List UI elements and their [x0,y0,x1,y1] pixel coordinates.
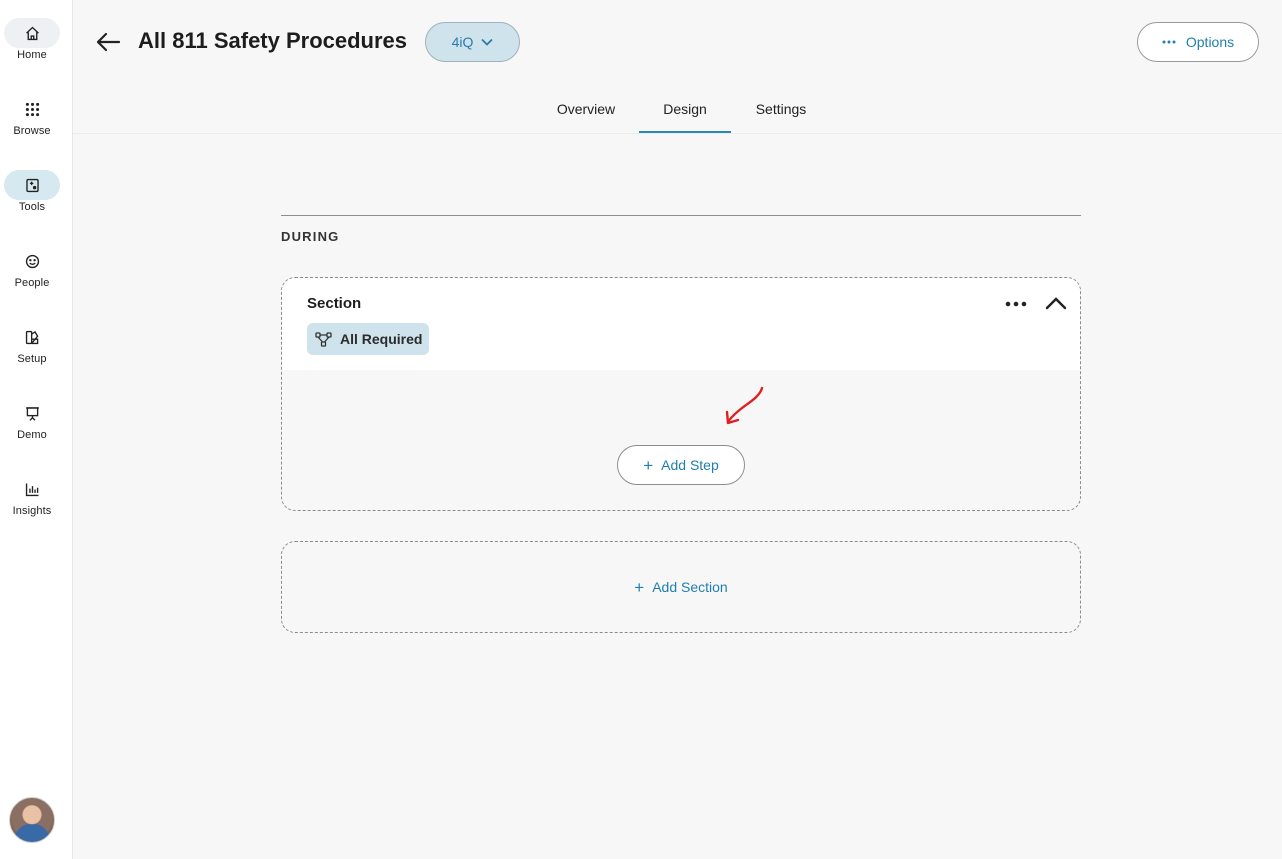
nav-item-setup[interactable]: Setup [0,322,64,365]
nav-item-people[interactable]: People [0,246,64,289]
nav-label-tools: Tools [18,201,46,213]
nav-item-insights[interactable]: Insights [0,474,64,517]
tab-bar: Overview Design Settings [73,90,1282,134]
chevron-down-icon [481,38,494,46]
plus-icon: + [634,577,645,597]
nav-item-tools[interactable]: Tools [0,170,64,213]
plus-icon: + [643,455,654,475]
section-title: Section [307,295,362,312]
chevron-up-icon [1045,296,1067,309]
grid-dots-icon [4,94,60,124]
more-horizontal-icon [1005,301,1027,307]
smiley-icon [4,246,60,276]
nav-label-setup: Setup [17,353,47,365]
options-label: Options [1185,34,1235,50]
phase-divider [281,215,1081,216]
home-icon [4,18,60,48]
nav-label-people: People [14,277,50,289]
options-button[interactable]: Options [1137,22,1259,62]
org-selector[interactable]: 4iQ [425,22,520,62]
section-more-button[interactable] [1002,292,1030,316]
bar-chart-icon [4,474,60,504]
requirement-chip[interactable]: All Required [307,323,429,355]
nav-rail: Home Browse Tools People Setup Demo Insi… [0,0,73,859]
tab-overview[interactable]: Overview [540,90,632,133]
section-card: Section All Required + Add Step [281,277,1081,511]
phase-label: DURING [281,229,340,244]
back-button[interactable] [92,28,124,56]
section-header: Section All Required [282,278,1080,370]
add-step-label: Add Step [661,457,719,473]
requirement-chip-label: All Required [340,331,423,347]
arrow-left-icon [96,32,121,52]
presentation-icon [4,398,60,428]
workflow-icon [315,331,332,347]
tools-icon [4,170,60,200]
setup-icon [4,322,60,352]
tab-settings-label: Settings [755,101,807,117]
nav-item-demo[interactable]: Demo [0,398,64,441]
add-section-label: Add Section [652,579,728,595]
nav-item-browse[interactable]: Browse [0,94,64,137]
nav-label-insights: Insights [12,505,52,517]
section-collapse-button[interactable] [1042,291,1070,315]
org-selector-label: 4iQ [451,34,474,50]
tab-design[interactable]: Design [639,90,731,133]
nav-label-home: Home [17,49,47,61]
user-avatar[interactable] [9,797,55,843]
page-title: All 811 Safety Procedures [138,28,408,53]
more-horizontal-icon [1162,40,1176,44]
tab-design-label: Design [663,101,707,117]
nav-item-home[interactable]: Home [0,18,64,61]
tab-overview-label: Overview [556,101,616,117]
add-section-button[interactable]: + Add Section [281,541,1081,633]
add-step-button[interactable]: + Add Step [617,445,745,485]
annotation-arrow-icon [725,386,764,425]
tab-settings[interactable]: Settings [736,90,826,133]
nav-label-demo: Demo [17,429,47,441]
nav-label-browse: Browse [13,125,51,137]
